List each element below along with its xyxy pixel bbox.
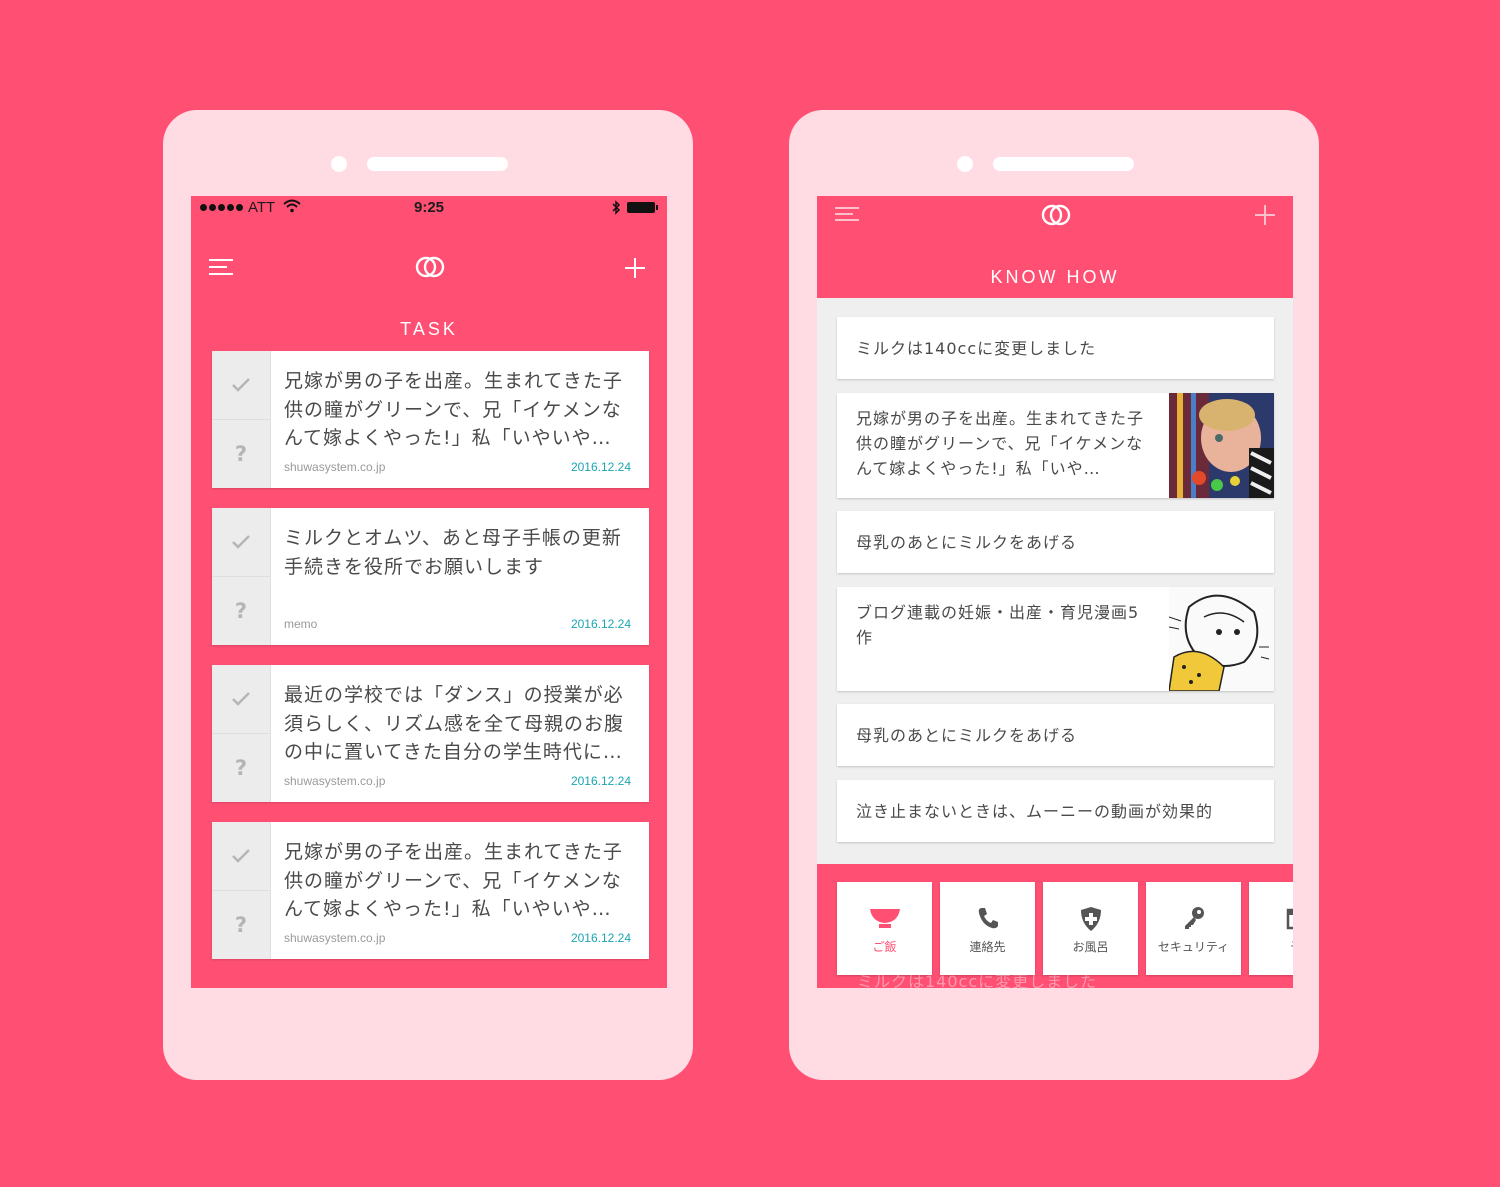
plus-icon[interactable] (1255, 205, 1275, 225)
menu-icon[interactable] (209, 258, 235, 276)
page-title: KNOW HOW (990, 267, 1120, 287)
manga-illustration (1169, 587, 1274, 691)
check-icon (232, 692, 250, 706)
category-label: 予 (1249, 938, 1293, 955)
check-icon (232, 378, 250, 392)
knowhow-item[interactable]: 泣き止まないときは、ムーニーの動画が効果的 (837, 780, 1274, 842)
knowhow-item[interactable]: 母乳のあとにミルクをあげる (837, 704, 1274, 766)
camera-dot (331, 156, 347, 172)
category-tile-bath[interactable]: お風呂 (1043, 882, 1138, 975)
clock: 9:25 (413, 199, 445, 216)
task-text: 兄嫁が男の子を出産。生まれてきた子供の瞳がグリーンで、兄「イケメンなんて嫁よくや… (284, 370, 623, 449)
category-label: 連絡先 (969, 940, 1006, 954)
phone-icon (978, 908, 998, 929)
category-tile-meal[interactable]: ご飯 (837, 882, 932, 975)
knowhow-item[interactable]: 母乳のあとにミルクをあげる (837, 511, 1274, 573)
question-button[interactable]: ? (212, 577, 270, 645)
check-icon (232, 535, 250, 549)
key-icon (1184, 907, 1204, 929)
task-text: ミルクとオムツ、あと母子手帳の更新手続きを役所でお願いします (284, 527, 622, 578)
task-source: shuwasystem.co.jp (284, 931, 386, 945)
question-button[interactable]: ? (212, 891, 270, 959)
rings-logo-icon[interactable] (1041, 204, 1071, 226)
category-tile-contacts[interactable]: 連絡先 (940, 882, 1035, 975)
baby-photo (1169, 393, 1274, 498)
task-actions: ? (212, 665, 271, 802)
task-date: 2016.12.24 (570, 774, 631, 788)
task-screen: ATT 9:25 TASK ? 兄嫁が男の子を出産。生まれてきた子供の瞳がグリー… (191, 196, 667, 988)
complete-button[interactable] (212, 508, 270, 577)
check-icon (232, 849, 250, 863)
task-source: memo (284, 617, 318, 631)
category-label: ご飯 (872, 940, 897, 954)
task-date: 2016.12.24 (570, 931, 631, 945)
task-card[interactable]: ? 兄嫁が男の子を出産。生まれてきた子供の瞳がグリーンで、兄「イケメンなんて嫁よ… (212, 822, 649, 959)
knowhow-item-text: 母乳のあとにミルクをあげる (856, 726, 1078, 745)
question-button[interactable]: ? (212, 420, 270, 488)
knowhow-item-text: ミルクは140ccに変更しました (856, 339, 1097, 358)
page-title: TASK (400, 319, 458, 339)
category-label: セキュリティ (1157, 940, 1230, 954)
task-actions: ? (212, 508, 271, 645)
task-actions: ? (212, 822, 271, 959)
knowhow-item-text: 母乳のあとにミルクをあげる (856, 533, 1078, 552)
category-bar: ミルクは140ccに変更しました ご飯 連絡先 お風呂 セキュリティ (817, 864, 1293, 988)
knowhow-item-text: ブログ連載の妊娠・出産・育児漫画5作 (856, 603, 1140, 647)
bluetooth-icon (612, 200, 621, 215)
task-date: 2016.12.24 (570, 460, 631, 474)
task-source: shuwasystem.co.jp (284, 774, 386, 788)
category-tile-schedule[interactable]: 予 (1249, 882, 1293, 975)
task-text: 兄嫁が男の子を出産。生まれてきた子供の瞳がグリーンで、兄「イケメンなんて嫁よくや… (284, 841, 623, 920)
speaker-bar (993, 157, 1134, 171)
task-card[interactable]: ? ミルクとオムツ、あと母子手帳の更新手続きを役所でお願いします memo 20… (212, 508, 649, 645)
knowhow-item[interactable]: 兄嫁が男の子を出産。生まれてきた子供の瞳がグリーンで、兄「イケメンなんて嫁よくや… (837, 393, 1274, 498)
task-card[interactable]: ? 兄嫁が男の子を出産。生まれてきた子供の瞳がグリーンで、兄「イケメンなんて嫁よ… (212, 351, 649, 488)
calendar-icon (1286, 908, 1293, 930)
question-button[interactable]: ? (212, 734, 270, 802)
knowhow-item[interactable]: ミルクは140ccに変更しました (837, 317, 1274, 379)
category-label: お風呂 (1072, 940, 1109, 954)
knowhow-item-text: 泣き止まないときは、ムーニーの動画が効果的 (856, 802, 1214, 821)
knowhow-item-text: 兄嫁が男の子を出産。生まれてきた子供の瞳がグリーンで、兄「イケメンなんて嫁よくや… (856, 409, 1145, 478)
task-source: shuwasystem.co.jp (284, 460, 386, 474)
status-bar: ATT 9:25 (191, 196, 667, 220)
knowhow-screen: KNOW HOW ミルクは140ccに変更しました 兄嫁が男の子を出産。生まれて… (817, 196, 1293, 988)
shield-plus-icon (1080, 907, 1101, 931)
category-tile-security[interactable]: セキュリティ (1146, 882, 1241, 975)
complete-button[interactable] (212, 822, 270, 891)
menu-icon[interactable] (835, 206, 861, 222)
complete-button[interactable] (212, 351, 270, 420)
knowhow-header: KNOW HOW (817, 196, 1293, 298)
task-text: 最近の学校では「ダンス」の授業が必須らしく、リズム感を全て母親のお腹の中に置いて… (284, 684, 625, 763)
speaker-bar (367, 157, 508, 171)
complete-button[interactable] (212, 665, 270, 734)
camera-dot (957, 156, 973, 172)
task-actions: ? (212, 351, 271, 488)
rings-logo-icon[interactable] (415, 256, 445, 278)
task-date: 2016.12.24 (570, 617, 631, 631)
rice-bowl-icon (869, 909, 900, 928)
knowhow-item[interactable]: ブログ連載の妊娠・出産・育児漫画5作 (837, 587, 1274, 691)
plus-icon[interactable] (625, 258, 645, 278)
task-card[interactable]: ? 最近の学校では「ダンス」の授業が必須らしく、リズム感を全て母親のお腹の中に置… (212, 665, 649, 802)
battery-icon (627, 202, 658, 213)
